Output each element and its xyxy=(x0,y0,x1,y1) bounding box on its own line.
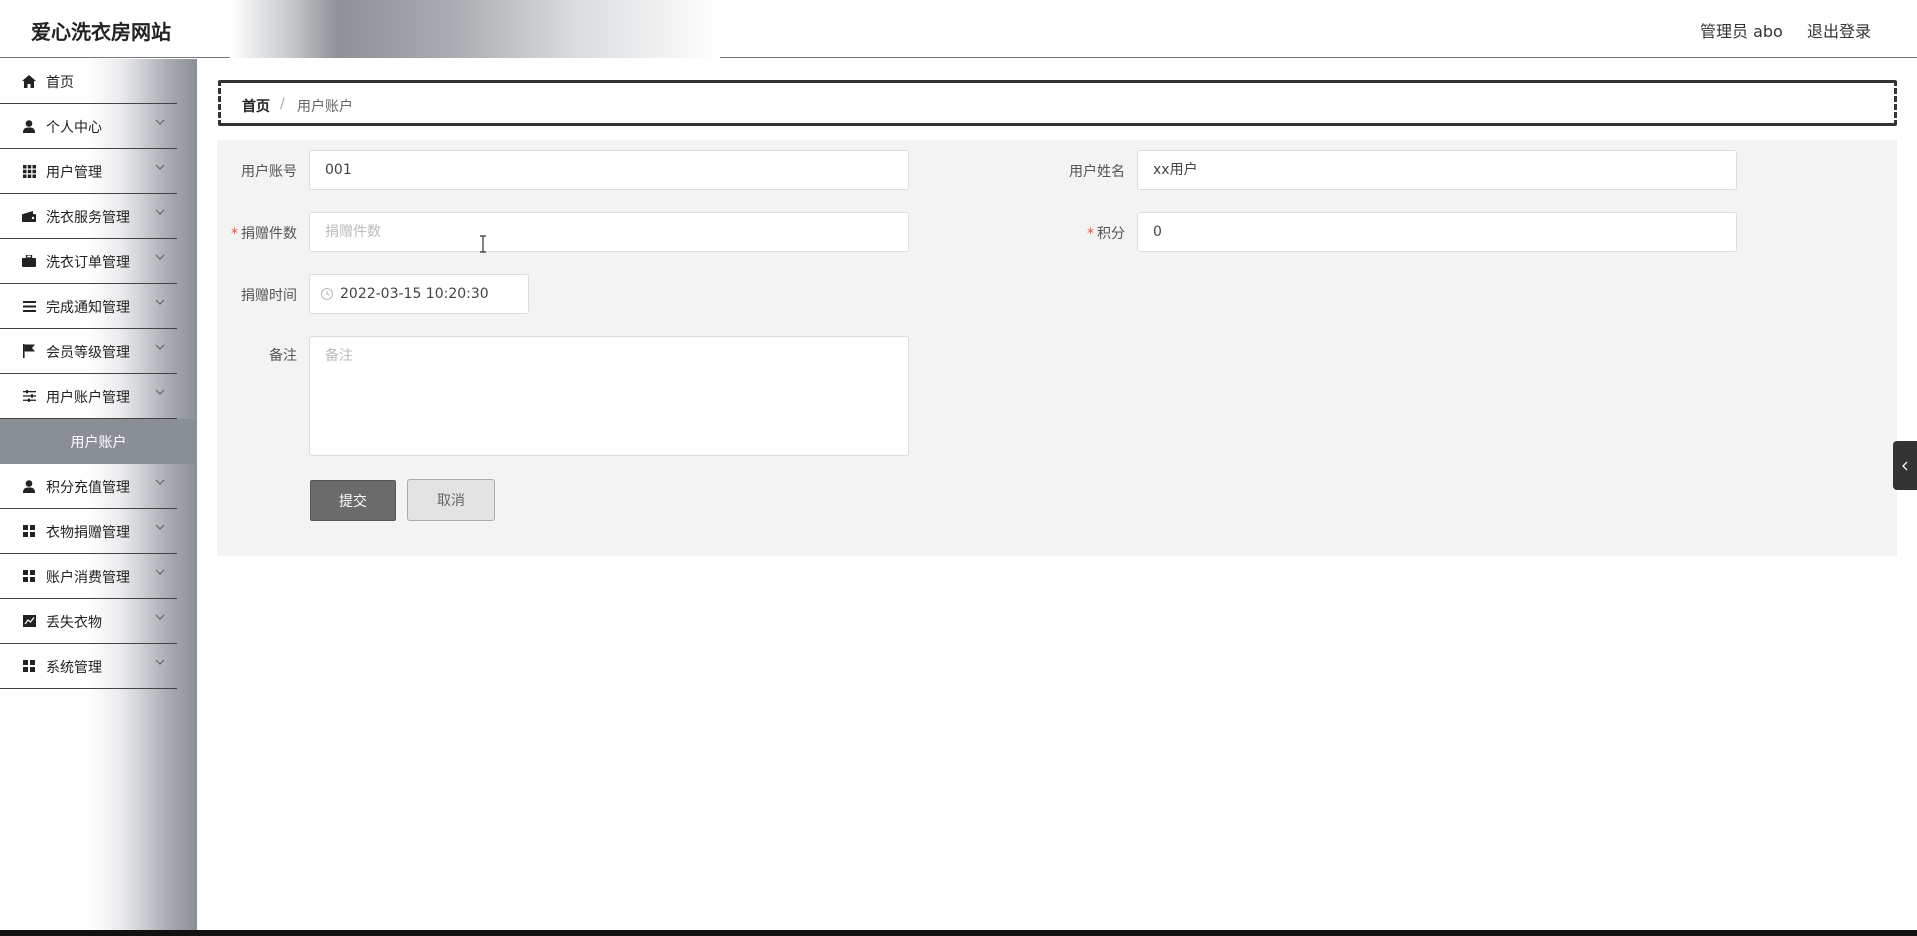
list-icon xyxy=(22,299,36,313)
sidebar-item-user-management[interactable]: 用户管理 xyxy=(0,149,177,194)
sidebar-item-label: 衣物捐赠管理 xyxy=(46,525,130,541)
chevron-down-icon xyxy=(155,389,165,395)
text-cursor-icon xyxy=(480,235,486,253)
home-icon xyxy=(22,74,36,88)
sidebar-item-points-recharge[interactable]: 积分充值管理 xyxy=(0,464,177,509)
sidebar-item-user-account-management[interactable]: 用户账户管理 xyxy=(0,374,177,419)
sidebar-item-label: 完成通知管理 xyxy=(46,300,130,316)
sidebar-item-laundry-orders[interactable]: 洗衣订单管理 xyxy=(0,239,177,284)
remark-label: 备注 xyxy=(269,348,297,364)
sidebar-item-account-consumption[interactable]: 账户消费管理 xyxy=(0,554,177,599)
chevron-down-icon xyxy=(155,254,165,260)
donate-time-label: 捐赠时间 xyxy=(241,288,297,304)
dashboard-icon xyxy=(22,659,36,673)
chevron-down-icon xyxy=(155,659,165,665)
points-label-text: 积分 xyxy=(1097,226,1125,242)
sidebar-item-label: 系统管理 xyxy=(46,660,102,676)
sidebar-item-label: 洗衣服务管理 xyxy=(46,210,130,226)
donate-count-label: * 捐赠件数 xyxy=(217,223,297,243)
sliders-icon xyxy=(22,389,36,403)
sidebar-item-personal-center[interactable]: 个人中心 xyxy=(0,104,177,149)
sidebar-item-label: 用户管理 xyxy=(46,165,102,181)
chevron-down-icon xyxy=(155,479,165,485)
sidebar-item-clothes-donation[interactable]: 衣物捐赠管理 xyxy=(0,509,177,554)
sidebar-item-system-management[interactable]: 系统管理 xyxy=(0,644,177,689)
account-input[interactable]: 001 xyxy=(309,150,909,190)
sidebar-item-label: 账户消费管理 xyxy=(46,570,130,586)
logout-link[interactable]: 退出登录 xyxy=(1807,18,1871,42)
panel-toggle-button[interactable] xyxy=(1893,441,1917,490)
account-label: 用户账号 xyxy=(241,164,297,180)
donate-time-value: 2022-03-15 10:20:30 xyxy=(340,286,489,302)
site-title: 爱心洗衣房网站 xyxy=(31,20,171,44)
chevron-down-icon xyxy=(155,209,165,215)
wallet-icon xyxy=(22,209,36,223)
sidebar-item-laundry-service[interactable]: 洗衣服务管理 xyxy=(0,194,177,239)
chevron-left-icon xyxy=(1902,461,1908,470)
donate-time-picker[interactable]: 2022-03-15 10:20:30 xyxy=(309,274,529,314)
breadcrumb: 首页 / 用户账户 xyxy=(218,80,1897,126)
points-label: * 积分 xyxy=(1045,223,1125,243)
current-user: 管理员 abo xyxy=(1700,22,1783,41)
sidebar-item-label: 会员等级管理 xyxy=(46,345,130,361)
sidebar-item-label: 积分充值管理 xyxy=(46,480,130,496)
sidebar-item-member-levels[interactable]: 会员等级管理 xyxy=(0,329,177,374)
chevron-down-icon xyxy=(155,299,165,305)
sidebar-subitem-label: 用户账户 xyxy=(70,435,127,451)
sidebar: 首页 个人中心 用户管理 洗衣服务管理 洗衣订单管理 完成通知管理 会员等级管理… xyxy=(0,59,197,930)
person-icon xyxy=(22,479,36,493)
chart-icon xyxy=(22,614,36,628)
flag-icon xyxy=(22,344,36,358)
required-mark: * xyxy=(231,226,238,242)
bottom-bar xyxy=(0,930,1917,936)
dashboard-icon xyxy=(22,524,36,538)
chevron-down-icon xyxy=(155,119,165,125)
chevron-down-icon xyxy=(155,164,165,170)
name-input[interactable]: xx用户 xyxy=(1137,150,1737,190)
breadcrumb-separator: / xyxy=(280,96,285,112)
briefcase-icon xyxy=(22,254,36,268)
top-header: 爱心洗衣房网站 管理员 abo 退出登录 xyxy=(0,0,1917,58)
chevron-down-icon xyxy=(155,569,165,575)
required-mark: * xyxy=(1087,226,1094,242)
cancel-button[interactable]: 取消 xyxy=(407,479,495,521)
sidebar-item-label: 首页 xyxy=(46,75,74,91)
sidebar-item-label: 用户账户管理 xyxy=(46,390,130,406)
sidebar-item-completion-notices[interactable]: 完成通知管理 xyxy=(0,284,177,329)
person-icon xyxy=(22,119,36,133)
sidebar-item-home[interactable]: 首页 xyxy=(0,59,177,104)
dashboard-icon xyxy=(22,569,36,583)
grid-icon xyxy=(22,164,36,178)
chevron-down-icon xyxy=(155,524,165,530)
breadcrumb-current: 用户账户 xyxy=(297,99,353,115)
sidebar-subitem-user-account[interactable]: 用户账户 xyxy=(0,419,197,464)
breadcrumb-home-link[interactable]: 首页 xyxy=(242,96,270,116)
points-input[interactable]: 0 xyxy=(1137,212,1737,252)
sidebar-item-lost-clothes[interactable]: 丢失衣物 xyxy=(0,599,177,644)
submit-button[interactable]: 提交 xyxy=(310,480,396,521)
clock-icon xyxy=(320,287,334,301)
header-decoration xyxy=(230,0,720,58)
chevron-down-icon xyxy=(155,614,165,620)
name-label: 用户姓名 xyxy=(1069,164,1125,180)
remark-textarea[interactable]: 备注 xyxy=(309,336,909,456)
sidebar-item-label: 丢失衣物 xyxy=(46,615,102,631)
sidebar-item-label: 个人中心 xyxy=(46,120,102,136)
donate-count-input[interactable]: 捐赠件数 xyxy=(309,212,909,252)
chevron-down-icon xyxy=(155,344,165,350)
donate-count-label-text: 捐赠件数 xyxy=(241,226,297,242)
sidebar-item-label: 洗衣订单管理 xyxy=(46,255,130,271)
